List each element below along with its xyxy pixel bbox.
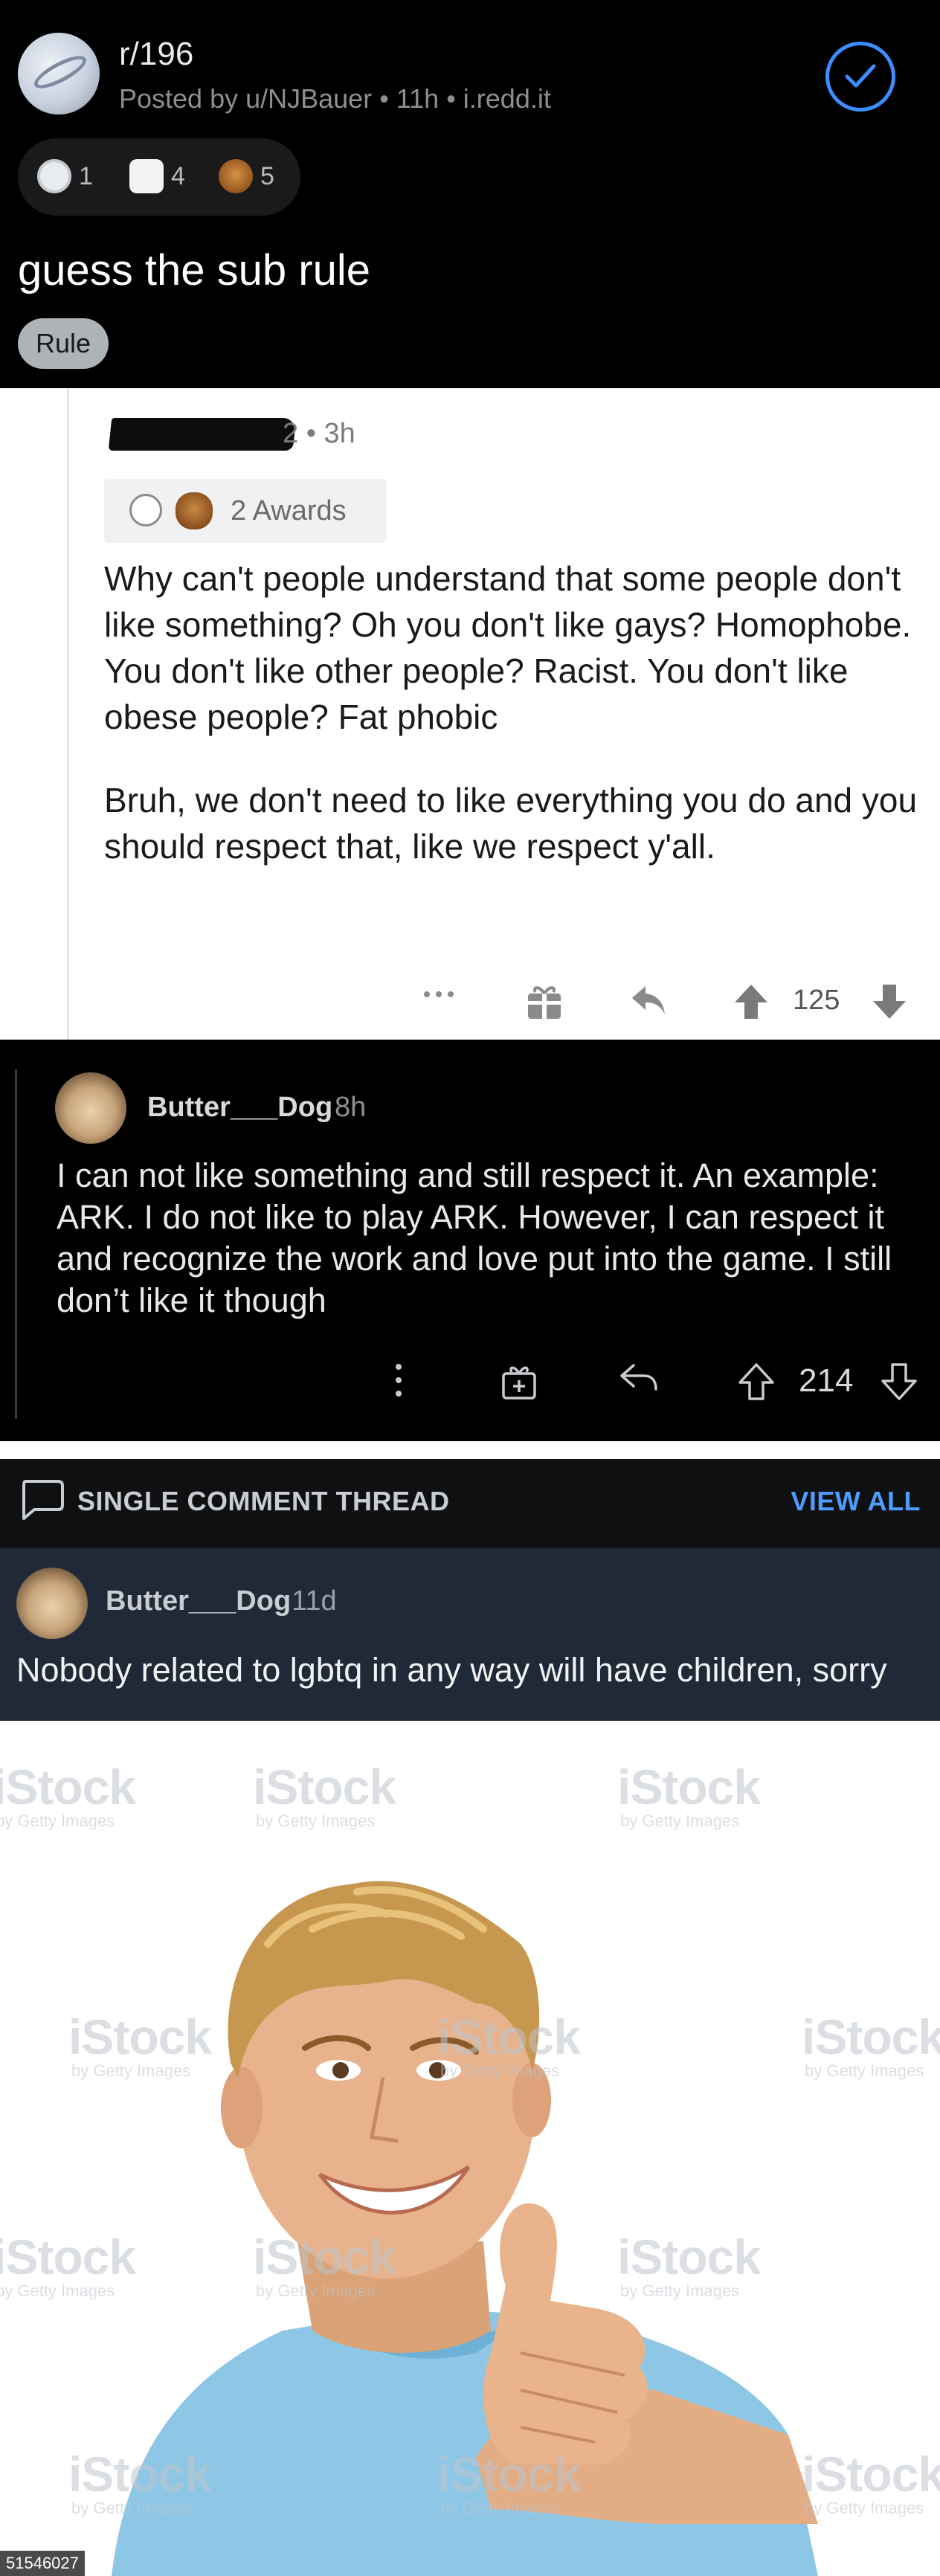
istock-watermark: iStock by Getty Images (617, 2229, 761, 2300)
istock-watermark: iStock by Getty Images (802, 2447, 940, 2517)
stock-photo-thumbs-up: iStock by Getty Images iStock by Getty Ima… (0, 1721, 940, 2576)
award-count: 1 (79, 162, 93, 190)
comment-screenshot-dark: Butter___Dog 8h I can not like something… (0, 1040, 940, 1441)
downvote-icon[interactable] (872, 983, 907, 1024)
reply-icon[interactable] (619, 1362, 659, 1399)
subreddit-avatar[interactable] (18, 33, 100, 115)
istock-watermark: iStock by Getty Images (253, 2229, 396, 2300)
stock-id-label: 51546027 (0, 2551, 85, 2576)
award-count: 4 (171, 162, 185, 190)
silver-award-icon (129, 494, 162, 527)
upvote-icon[interactable] (733, 983, 769, 1024)
comment-author[interactable]: Butter___Dog (147, 1092, 332, 1124)
single-comment-thread-bar: SINGLE COMMENT THREAD VIEW ALL (0, 1459, 940, 1548)
awards-label: 2 Awards (231, 495, 347, 527)
avatar[interactable] (16, 1568, 88, 1639)
istock-watermark: iStock by Getty Images (437, 2009, 581, 2080)
award-count: 5 (260, 162, 274, 190)
redacted-username (108, 418, 297, 451)
istock-watermark: iStock by Getty Images (802, 2009, 940, 2080)
silver-award-icon (37, 159, 71, 193)
more-options-icon[interactable] (394, 1362, 403, 1402)
post-flair[interactable]: Rule (18, 318, 109, 369)
comment-meta: 2 • 3h (283, 418, 355, 449)
comment-author[interactable]: Butter___Dog (106, 1585, 291, 1617)
istock-watermark: iStock by Getty Images (617, 1759, 761, 1830)
joined-check-icon[interactable] (825, 42, 895, 112)
vote-score: 125 (793, 985, 840, 1016)
istock-watermark: iStock by Getty Images (253, 1759, 396, 1830)
post-meta: Posted by u/NJBauer • 11h • i.redd.it (119, 83, 551, 114)
comment-age: 11d (292, 1585, 337, 1617)
comment-body: Why can't people understand that some pe… (104, 556, 922, 869)
comment-actions: 214 (0, 1352, 940, 1411)
istock-watermark: iStock by Getty Images (68, 2447, 212, 2517)
comment-body: Nobody related to lgbtq in any way will … (16, 1651, 887, 1689)
avatar[interactable] (55, 1072, 126, 1144)
view-all-link[interactable]: VIEW ALL (791, 1486, 921, 1517)
post-title[interactable]: guess the sub rule (18, 245, 370, 295)
istock-watermark: iStock by Getty Images (68, 2009, 212, 2080)
post-header: r/196 Posted by u/NJBauer • 11h • i.redd… (0, 0, 940, 388)
istock-watermark: iStock by Getty Images (0, 1759, 136, 1830)
comment-actions: 125 (0, 976, 940, 1028)
helpful-award-icon (129, 159, 164, 193)
upvote-icon[interactable] (738, 1362, 775, 1405)
comment-screenshot-light: 2 • 3h 2 Awards Why can't people underst… (0, 388, 940, 1040)
more-options-icon[interactable] (422, 989, 455, 1002)
bear-award-icon (176, 492, 213, 529)
downvote-icon[interactable] (881, 1362, 918, 1405)
vote-score: 214 (799, 1362, 854, 1399)
comment-awards[interactable]: 2 Awards (104, 479, 387, 543)
thread-label: SINGLE COMMENT THREAD (77, 1486, 450, 1516)
subreddit-name[interactable]: r/196 (119, 36, 193, 73)
thread-line (67, 388, 69, 1040)
comment-age: 8h (335, 1092, 367, 1123)
comment-bubble-icon (18, 1475, 65, 1527)
comment-paragraph: Why can't people understand that some pe… (104, 559, 912, 736)
comment-body: I can not like something and still respe… (57, 1156, 892, 1319)
reply-icon[interactable] (629, 983, 668, 1023)
award-gift-icon[interactable] (525, 983, 564, 1025)
separator (0, 1441, 940, 1459)
bear-award-icon (219, 159, 253, 193)
award-gift-icon[interactable] (500, 1362, 538, 1405)
istock-watermark: iStock by Getty Images (437, 2447, 581, 2517)
post-awards[interactable]: 1 4 5 (18, 138, 300, 216)
thread-comment: Butter___Dog 11d Nobody related to lgbtq… (0, 1548, 940, 1721)
comment-paragraph: Bruh, we don't need to like everything y… (104, 781, 918, 866)
istock-watermark: iStock by Getty Images (0, 2229, 136, 2300)
